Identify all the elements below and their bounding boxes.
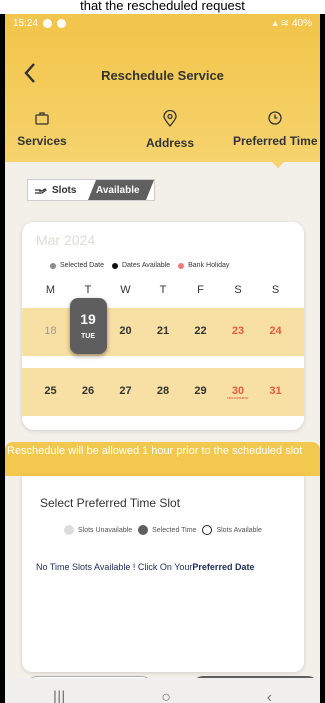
step-preferred-time[interactable]: Preferred Time xyxy=(233,110,318,148)
legend-swatch xyxy=(202,525,213,535)
wifi-icon: ≋ xyxy=(280,17,289,29)
weekday-label: T xyxy=(84,284,92,296)
legend-label: Dates Available xyxy=(121,262,171,269)
step-services-label: Services xyxy=(17,134,67,148)
selected-weekday: TUE xyxy=(81,333,95,340)
reschedule-notice: Reschedule will be allowed 1 hour prior … xyxy=(5,442,320,476)
location-pin-icon xyxy=(163,110,177,128)
calendar-week-row: 18 19 TUE 20 21 22 23 24 xyxy=(22,298,304,356)
legend-label: Bank Holiday xyxy=(188,262,230,269)
message-icon xyxy=(57,18,67,28)
android-nav-bar: ||| ○ ‹ xyxy=(5,678,320,703)
legend-swatch xyxy=(138,525,149,535)
caption-text: that the rescheduled request xyxy=(0,0,325,14)
time-slot-legend: Slots Unavailable Selected Time Slots Av… xyxy=(64,525,262,535)
legend-bank-holiday: Bank Holiday xyxy=(178,262,229,269)
step-preferred-time-label: Preferred Time xyxy=(233,134,318,148)
weekday-label: M xyxy=(45,284,56,296)
header: Reschedule Service Services Address Pref… xyxy=(5,32,320,162)
calendar-day-weekend[interactable]: 23 xyxy=(220,308,257,356)
step-address-label: Address xyxy=(145,136,195,150)
legend-swatch xyxy=(64,525,74,535)
battery-level: 40% xyxy=(291,17,312,29)
calendar-day[interactable]: 25 xyxy=(32,368,69,416)
app-screen: 15:24 ▴ ≋ 40% Reschedule Service Service… xyxy=(5,14,320,703)
calendar-day-past: 18 xyxy=(44,325,57,337)
calendar-day-weekend[interactable]: 31 xyxy=(257,368,294,416)
page-title: Reschedule Service xyxy=(101,68,224,83)
clock-icon xyxy=(268,111,282,125)
whatsapp-icon xyxy=(43,18,53,28)
time-slot-title: Select Preferred Time Slot xyxy=(40,496,181,510)
holiday-note: HOLI HOLIDAY xyxy=(227,396,249,400)
legend-slots-available: Slots Available xyxy=(202,525,262,535)
legend-selected-time: Selected Time xyxy=(138,525,196,535)
calendar-day[interactable]: 26 xyxy=(70,368,107,416)
calendar-legend: Selected Date Dates Available Bank Holid… xyxy=(50,262,229,269)
calendar-week-row: 25 26 27 28 29 30 HOLI HOLIDAY 31 xyxy=(22,368,304,416)
step-indicator: Services Address Preferred Time xyxy=(5,110,320,160)
legend-dates-available: Dates Available xyxy=(111,262,171,269)
briefcase-icon xyxy=(35,112,49,125)
hand-icon xyxy=(35,188,47,194)
preferred-date-link[interactable]: Preferred Date xyxy=(192,562,254,572)
calendar-day[interactable]: 21 xyxy=(145,308,182,356)
legend-slots-unavailable: Slots Unavailable xyxy=(64,525,132,535)
weekday-label: W xyxy=(120,284,131,296)
calendar-day[interactable]: 22 xyxy=(182,308,219,356)
calendar-day[interactable]: 28 xyxy=(145,368,182,416)
weekday-label: S xyxy=(271,284,280,296)
home-button[interactable]: ○ xyxy=(161,689,171,703)
recents-button[interactable]: ||| xyxy=(53,689,65,703)
slots-label: Slots xyxy=(52,184,77,196)
calendar-month: Mar 2024 xyxy=(36,232,96,248)
time-slot-card: Select Preferred Time Slot Slots Unavail… xyxy=(22,476,304,672)
weekday-label: S xyxy=(234,284,242,296)
calendar-day-selected[interactable]: 19 TUE xyxy=(69,298,107,354)
slots-toggle[interactable]: Slots Available xyxy=(27,179,155,201)
weekday-header: M T W T F S S xyxy=(32,284,294,296)
status-time: 15:24 xyxy=(13,17,39,29)
legend-dot xyxy=(50,262,56,269)
calendar-day[interactable]: 20 xyxy=(107,308,144,356)
calendar-day-holiday: 30 HOLI HOLIDAY xyxy=(220,368,257,416)
signal-icon: ▴ xyxy=(272,17,278,29)
nav-back-button[interactable]: ‹ xyxy=(267,689,272,703)
weekday-label: F xyxy=(197,284,204,296)
legend-dot xyxy=(111,262,118,269)
step-services[interactable]: Services xyxy=(17,110,67,148)
status-bar: 15:24 ▴ ≋ 40% xyxy=(5,14,320,32)
weekday-label: T xyxy=(159,284,167,296)
calendar-day-weekend[interactable]: 24 xyxy=(257,308,294,356)
legend-label: Slots Unavailable xyxy=(78,526,133,534)
calendar-day[interactable]: 29 xyxy=(182,368,219,416)
legend-label: Selected Date xyxy=(60,262,104,269)
legend-label: Selected Time xyxy=(152,526,197,534)
step-address[interactable]: Address xyxy=(145,110,195,150)
calendar-card: Mar 2024 Selected Date Dates Available B… xyxy=(22,222,304,430)
no-slots-message: No Time Slots Available ! Click On YourP… xyxy=(36,562,254,572)
active-step-pointer xyxy=(270,160,286,168)
legend-label: Slots Available xyxy=(216,526,262,534)
no-slots-text: No Time Slots Available ! Click On Your xyxy=(36,562,193,572)
legend-dot xyxy=(178,262,185,269)
legend-selected-date: Selected Date xyxy=(50,262,104,269)
calendar-day[interactable]: 27 xyxy=(107,368,144,416)
slots-available-tag: Available xyxy=(88,180,154,200)
